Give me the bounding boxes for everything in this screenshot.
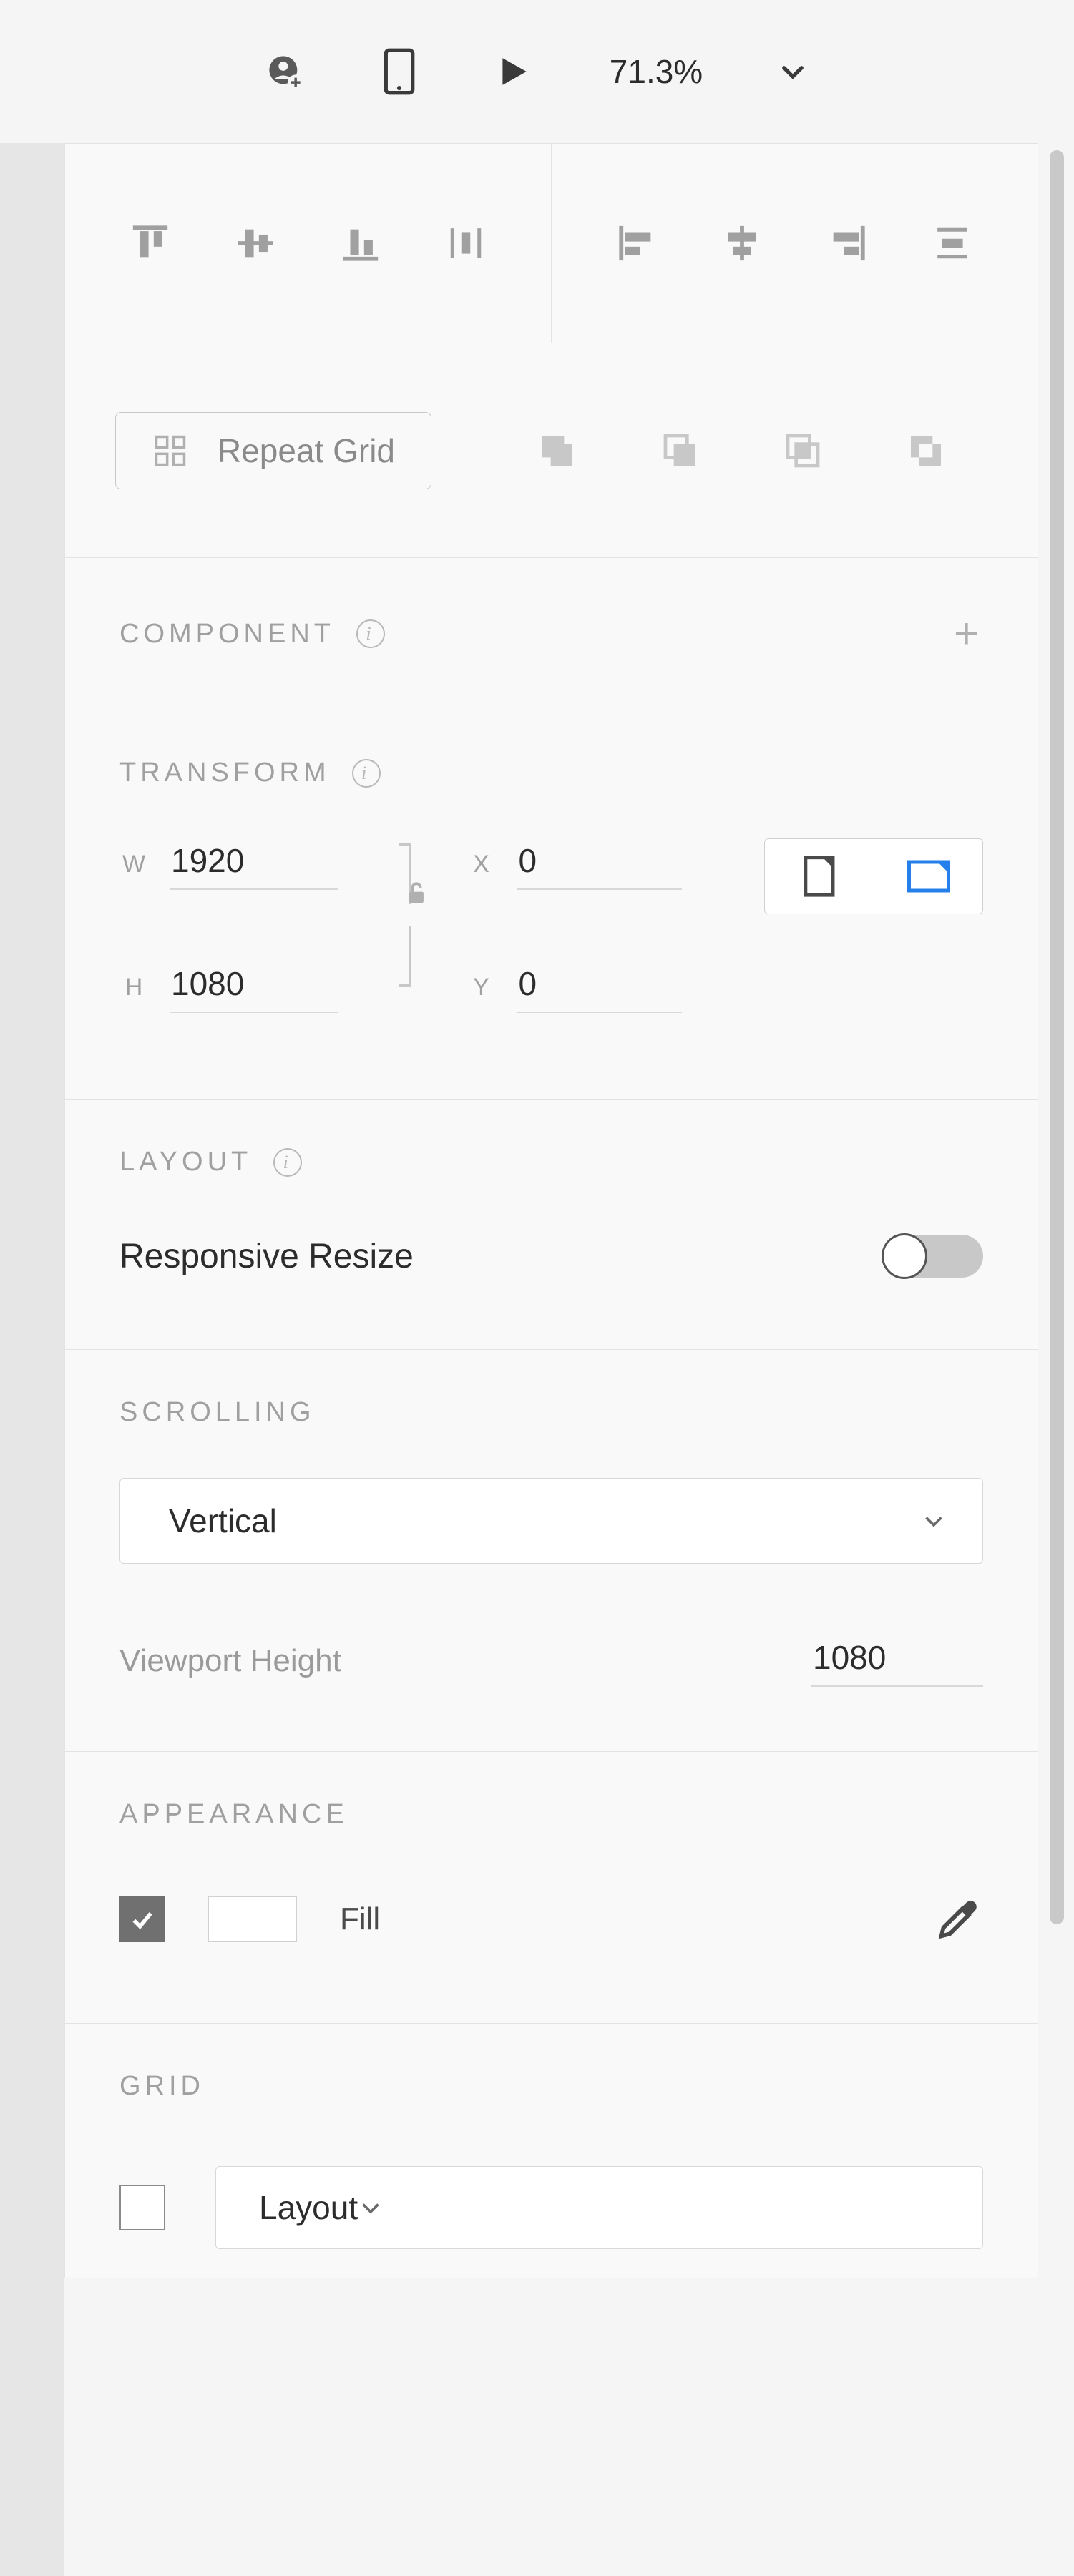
repeat-grid-icon [152,432,189,469]
boolean-subtract-button[interactable] [653,423,707,477]
align-top-button[interactable] [117,218,185,268]
chevron-down-icon [921,1508,947,1534]
info-icon[interactable]: i [356,619,385,648]
grid-type-value: Layout [259,2188,358,2227]
scrollbar-thumb[interactable] [1050,150,1064,1924]
y-label: Y [467,974,496,1001]
align-bottom-button[interactable] [326,218,394,268]
viewport-height-label: Viewport Height [119,1643,811,1679]
scrolling-mode-value: Vertical [169,1502,277,1540]
appearance-panel: APPEARANCE Fill [64,1752,1038,2024]
height-label: H [119,974,148,1001]
scrolling-title: SCROLLING [119,1397,316,1428]
x-label: X [467,851,496,878]
layout-panel: LAYOUT i Responsive Resize [64,1100,1038,1350]
grid-enabled-checkbox[interactable] [119,2185,165,2230]
fill-enabled-checkbox[interactable] [119,1896,165,1942]
link-dimensions-toggle[interactable] [396,854,424,997]
device-preview-icon[interactable] [382,48,416,95]
chevron-down-icon [358,2195,384,2220]
inspector-panel: Repeat Grid COMPONENT i [64,143,1074,2576]
invite-user-icon[interactable] [266,53,303,90]
fill-color-swatch[interactable] [208,1896,297,1942]
top-toolbar: 71.3% [0,0,1074,143]
add-component-button[interactable]: + [954,612,983,655]
info-icon[interactable]: i [273,1148,302,1177]
check-icon [128,1905,157,1934]
height-input[interactable] [170,961,338,1013]
orientation-landscape-button[interactable] [874,839,982,914]
responsive-resize-toggle[interactable] [883,1235,983,1278]
width-input[interactable] [170,838,338,890]
fill-label: Fill [340,1901,380,1937]
alignment-panel [64,143,1038,343]
eyedropper-button[interactable] [933,1894,983,1944]
play-preview-icon[interactable] [495,54,531,89]
y-input[interactable] [517,961,682,1013]
align-left-button[interactable] [603,218,671,268]
distribute-horizontal-button[interactable] [918,218,986,268]
zoom-value: 71.3% [610,52,703,91]
align-middle-button[interactable] [222,218,290,268]
grid-type-select[interactable]: Layout [215,2166,983,2249]
layout-title: LAYOUT [119,1147,252,1177]
info-icon[interactable]: i [352,759,381,788]
grid-panel: GRID Layout [64,2024,1038,2278]
orientation-portrait-button[interactable] [765,839,874,914]
boolean-union-button[interactable] [530,423,584,477]
inspector-scrollbar[interactable] [1050,150,1064,2547]
align-center-button[interactable] [708,218,776,268]
grid-title: GRID [119,2071,205,2102]
width-label: W [119,851,148,878]
chevron-down-icon [778,57,808,87]
repeat-grid-label: Repeat Grid [218,431,395,470]
component-panel: COMPONENT i + [64,558,1038,710]
x-input[interactable] [517,838,682,890]
repeat-grid-panel: Repeat Grid [64,343,1038,558]
canvas-area[interactable] [0,143,64,2576]
transform-title: TRANSFORM [119,758,331,788]
boolean-exclude-button[interactable] [899,423,953,477]
align-right-button[interactable] [813,218,881,268]
transform-panel: TRANSFORM i W X [64,710,1038,1100]
responsive-resize-label: Responsive Resize [119,1237,883,1276]
zoom-control[interactable]: 71.3% [610,52,808,91]
scrolling-panel: SCROLLING Vertical Viewport Height [64,1350,1038,1752]
appearance-title: APPEARANCE [119,1799,348,1830]
orientation-toggle [764,838,983,914]
component-title: COMPONENT [119,619,335,650]
boolean-intersect-button[interactable] [776,423,830,477]
viewport-height-input[interactable] [811,1635,983,1687]
distribute-vertical-button[interactable] [431,218,499,268]
scrolling-mode-select[interactable]: Vertical [119,1478,983,1564]
repeat-grid-button[interactable]: Repeat Grid [115,412,431,489]
